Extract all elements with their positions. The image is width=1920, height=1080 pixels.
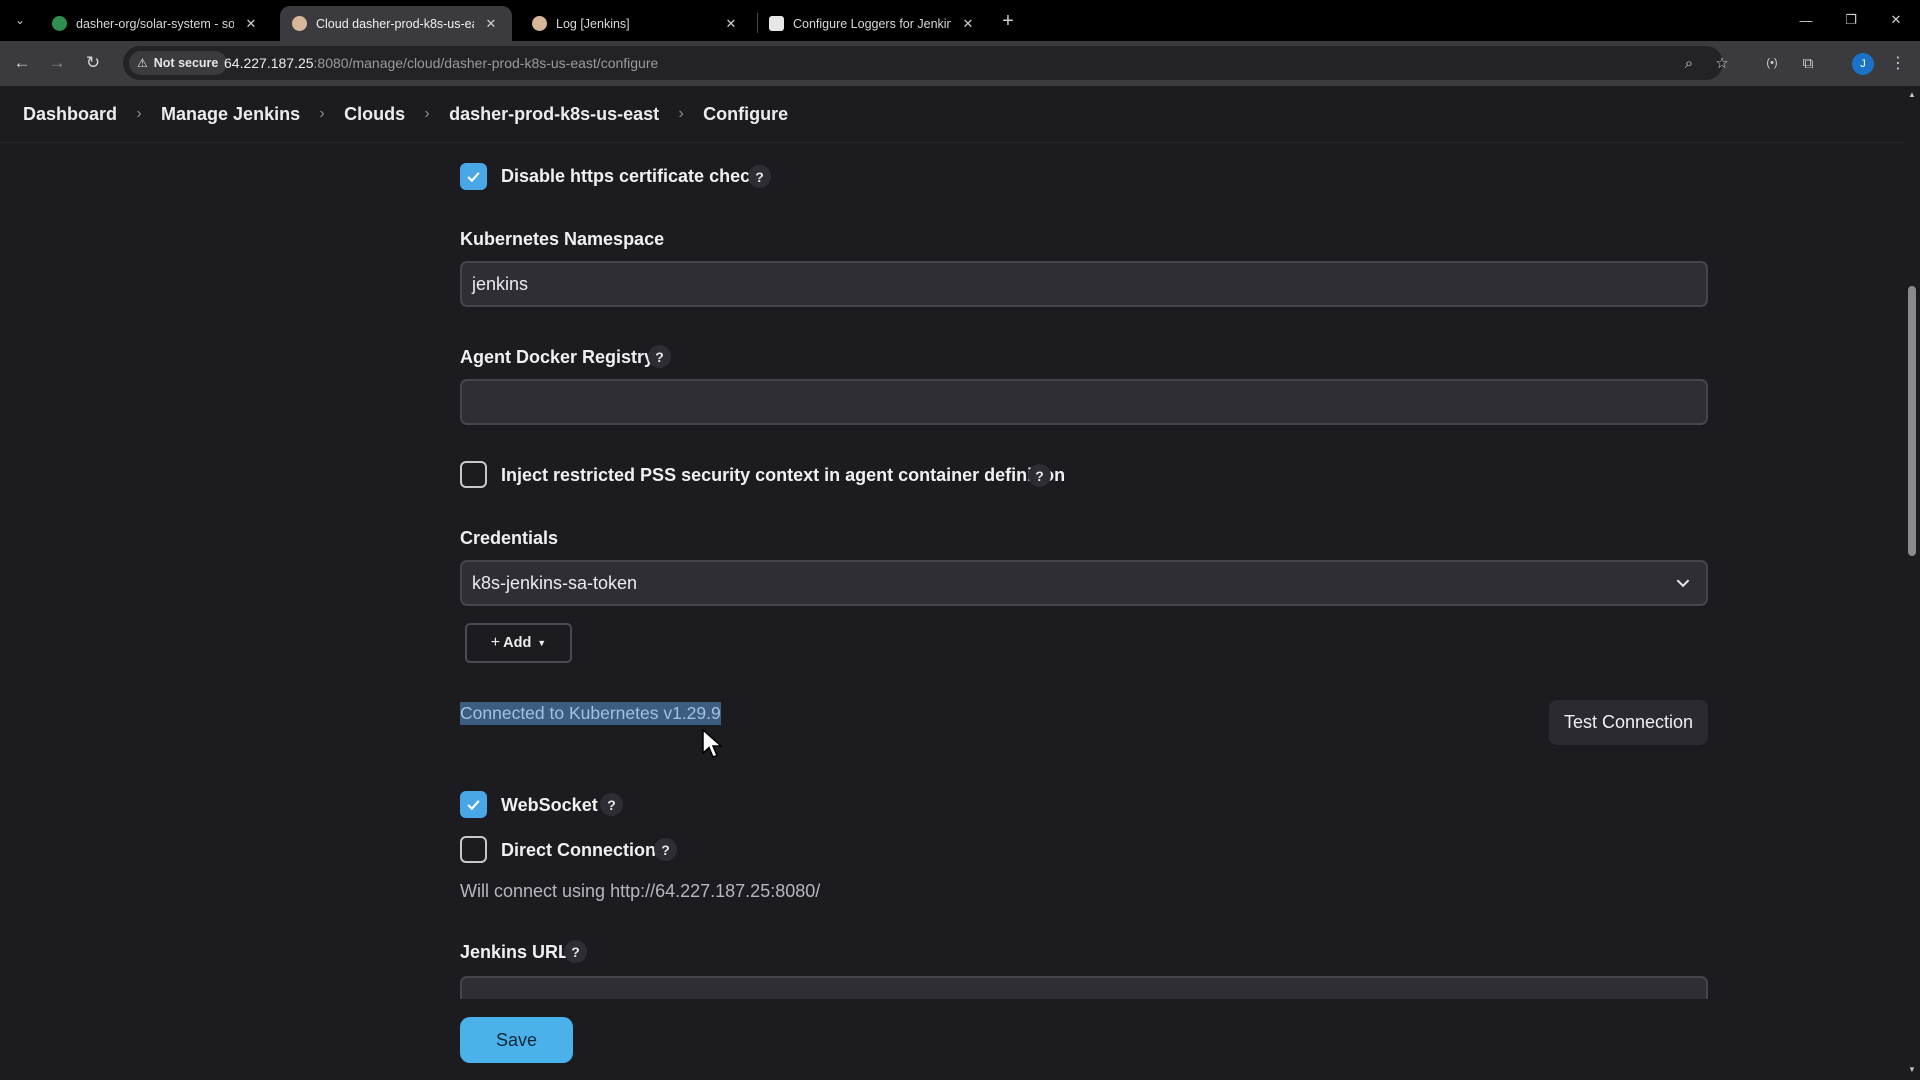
checkmark-icon: [467, 172, 480, 183]
breadcrumb-cloud-name[interactable]: dasher-prod-k8s-us-east: [449, 104, 659, 125]
credentials-label: Credentials: [460, 528, 559, 548]
new-tab-icon[interactable]: +: [996, 9, 1020, 33]
close-tab-icon[interactable]: ✕: [242, 15, 260, 33]
close-tab-icon[interactable]: ✕: [959, 15, 977, 33]
credentials-select[interactable]: k8s-jenkins-sa-token: [460, 560, 1708, 606]
tab-search-chevron-icon[interactable]: ⌄: [9, 9, 31, 31]
browser-menu-icon[interactable]: ⋮: [1886, 51, 1910, 75]
mouse-cursor-icon: [702, 729, 723, 758]
scroll-up-icon[interactable]: ▲: [1908, 91, 1916, 99]
breadcrumb-manage-jenkins[interactable]: Manage Jenkins: [161, 104, 300, 125]
bookmark-star-icon[interactable]: ☆: [1712, 53, 1732, 73]
caret-down-icon: ▼: [537, 638, 547, 648]
help-icon[interactable]: ?: [1028, 464, 1051, 487]
profile-avatar[interactable]: J: [1852, 53, 1874, 75]
inject-pss-label: Inject restricted PSS security context i…: [501, 465, 1066, 485]
direct-connection-label: Direct Connection: [501, 840, 657, 860]
credentials-selected-value: k8s-jenkins-sa-token: [472, 572, 638, 593]
browser-tab-loggers[interactable]: Configure Loggers for Jenkins a ✕: [757, 6, 989, 41]
browser-tab-log[interactable]: Log [Jenkins] ✕: [520, 6, 752, 41]
help-icon[interactable]: ?: [748, 165, 771, 188]
chevron-down-icon: [1676, 579, 1690, 588]
jenkins-favicon-icon: [292, 16, 307, 31]
save-bar: [0, 999, 1904, 1080]
help-icon[interactable]: ?: [654, 838, 677, 861]
help-icon[interactable]: ?: [564, 940, 587, 963]
page-scrollbar[interactable]: ▲ ▼: [1904, 86, 1920, 1080]
restore-icon[interactable]: ❐: [1831, 6, 1871, 34]
inject-pss-checkbox[interactable]: [460, 461, 487, 488]
tab-title: Configure Loggers for Jenkins a: [793, 16, 951, 31]
forward-icon[interactable]: →: [43, 49, 71, 77]
close-tab-icon[interactable]: ✕: [482, 15, 500, 33]
namespace-input[interactable]: jenkins: [460, 261, 1708, 307]
url-text[interactable]: 64.227.187.25:8080/manage/cloud/dasher-p…: [224, 55, 658, 71]
checkmark-icon: [467, 800, 480, 811]
breadcrumb-configure[interactable]: Configure: [703, 104, 788, 125]
close-window-icon[interactable]: ✕: [1876, 6, 1916, 34]
main-content: Disable https certificate check ? Kubern…: [0, 143, 1904, 1080]
tab-title: Log [Jenkins]: [556, 16, 630, 31]
browser-tab-strip: ⌄ dasher-org/solar-system - solar ✕ Clou…: [0, 0, 1920, 41]
websocket-checkbox[interactable]: [460, 791, 487, 818]
chevron-right-icon: ›: [678, 105, 684, 122]
address-bar[interactable]: ⚠ Not secure 64.227.187.25:8080/manage/c…: [123, 46, 1729, 80]
agent-registry-label: Agent Docker Registry: [460, 347, 655, 367]
breadcrumb: Dashboard › Manage Jenkins › Clouds › da…: [0, 86, 1904, 143]
browser-tab-github[interactable]: dasher-org/solar-system - solar ✕: [40, 6, 272, 41]
websocket-label: WebSocket: [501, 795, 598, 815]
plus-icon: +: [490, 634, 501, 651]
github-favicon-icon: [52, 16, 67, 31]
security-label: Not secure: [153, 56, 219, 70]
save-button[interactable]: Save: [460, 1017, 573, 1063]
connection-status-text: Connected to Kubernetes v1.29.9: [460, 702, 721, 725]
close-tab-icon[interactable]: ✕: [722, 15, 740, 33]
browser-toolbar: ← → ↻ ⚠ Not secure 64.227.187.25:8080/ma…: [0, 41, 1920, 86]
help-icon[interactable]: ?: [648, 345, 671, 368]
jenkins-favicon-icon: [532, 16, 547, 31]
test-connection-button[interactable]: Test Connection: [1549, 700, 1708, 745]
disable-https-label: Disable https certificate check: [501, 166, 761, 186]
back-icon[interactable]: ←: [8, 49, 36, 77]
connect-info-text: Will connect using http://64.227.187.25:…: [460, 881, 821, 901]
jenkins-favicon-icon: [769, 16, 784, 31]
zoom-icon[interactable]: ⌕: [1679, 53, 1699, 73]
help-icon[interactable]: ?: [600, 793, 623, 816]
disable-https-checkbox[interactable]: [460, 163, 487, 190]
scrollbar-thumb[interactable]: [1908, 286, 1916, 556]
tab-title: Cloud dasher-prod-k8s-us-east: [316, 16, 474, 31]
namespace-label: Kubernetes Namespace: [460, 229, 665, 249]
url-path: :8080/manage/cloud/dasher-prod-k8s-us-ea…: [313, 55, 659, 71]
warning-triangle-icon: ⚠: [137, 56, 148, 70]
tab-title: dasher-org/solar-system - solar: [76, 16, 234, 31]
add-credentials-button[interactable]: + Add ▼: [465, 623, 572, 663]
chevron-right-icon: ›: [136, 105, 142, 122]
agent-registry-input[interactable]: [460, 379, 1708, 425]
breadcrumb-dashboard[interactable]: Dashboard: [23, 104, 117, 125]
direct-connection-checkbox[interactable]: [460, 836, 487, 863]
reload-icon[interactable]: ↻: [79, 49, 107, 77]
security-chip[interactable]: ⚠ Not secure: [129, 51, 228, 75]
breadcrumb-clouds[interactable]: Clouds: [344, 104, 405, 125]
minimize-icon[interactable]: —: [1786, 6, 1826, 34]
extensions-puzzle-icon[interactable]: ⧉: [1796, 51, 1820, 75]
cast-icon[interactable]: (•): [1760, 51, 1784, 75]
browser-tab-cloud[interactable]: Cloud dasher-prod-k8s-us-east ✕: [280, 6, 512, 41]
url-host: 64.227.187.25: [224, 55, 314, 71]
add-button-label: Add: [503, 635, 532, 651]
jenkins-url-label: Jenkins URL: [460, 942, 570, 962]
chevron-right-icon: ›: [424, 105, 430, 122]
scroll-down-icon[interactable]: ▼: [1908, 1066, 1916, 1074]
chevron-right-icon: ›: [319, 105, 325, 122]
